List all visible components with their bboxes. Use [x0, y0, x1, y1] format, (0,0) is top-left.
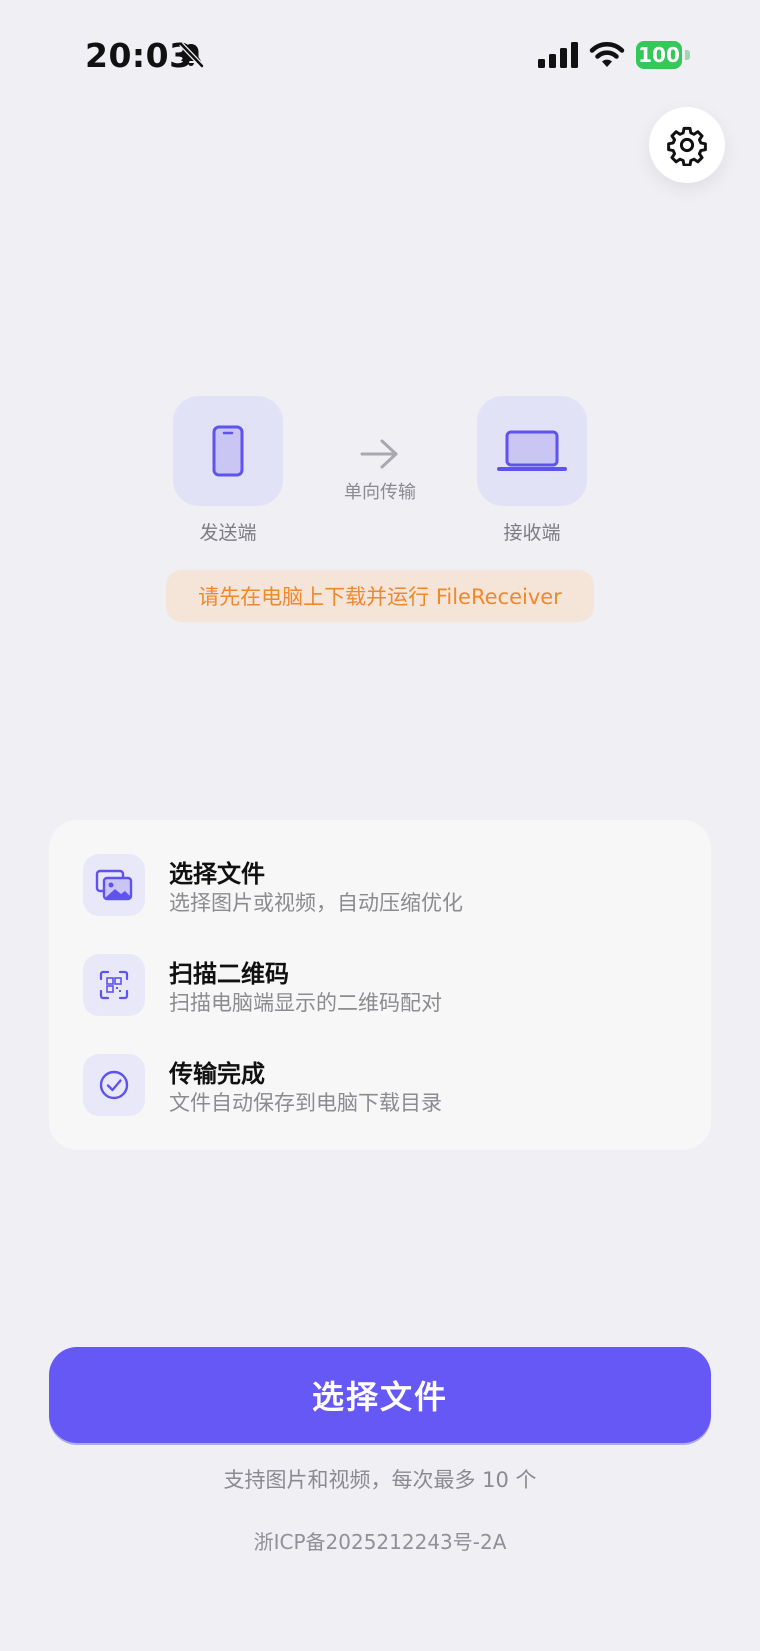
qr-scan-icon — [83, 954, 145, 1016]
sender-device — [173, 396, 283, 506]
smartphone-icon — [212, 425, 244, 477]
step-title: 选择文件 — [169, 860, 265, 888]
wifi-icon — [589, 42, 625, 67]
step-desc: 扫描电脑端显示的二维码配对 — [169, 991, 442, 1015]
settings-button[interactable] — [649, 107, 725, 183]
battery-level: 100 — [636, 41, 682, 69]
images-icon — [83, 854, 145, 916]
download-notice: 请先在电脑上下载并运行 FileReceiver — [166, 570, 594, 622]
receiver-label: 接收端 — [503, 522, 561, 544]
bell-slash-icon — [179, 42, 204, 68]
sender-label: 发送端 — [199, 522, 257, 544]
check-circle-icon — [83, 1054, 145, 1116]
cellular-signal-icon — [538, 42, 578, 68]
receiver-device — [477, 396, 587, 506]
step-title: 扫描二维码 — [169, 960, 289, 988]
laptop-icon — [497, 430, 567, 471]
step-title: 传输完成 — [169, 1060, 265, 1088]
transfer-mode-label: 单向传输 — [344, 482, 416, 503]
battery-icon: 100 — [636, 41, 690, 69]
upload-limit-hint: 支持图片和视频，每次最多 10 个 — [223, 1468, 537, 1492]
icp-license-link[interactable]: 浙ICP备2025212243号-2A — [0, 1526, 760, 1555]
steps-card: 选择文件 选择图片或视频，自动压缩优化 扫描二维码 扫描电脑端显示的二维码配对 … — [49, 820, 711, 1150]
arrow-right-icon — [360, 439, 398, 469]
select-files-button[interactable]: 选择文件 — [49, 1347, 711, 1443]
step-desc: 选择图片或视频，自动压缩优化 — [169, 891, 463, 915]
step-desc: 文件自动保存到电脑下载目录 — [169, 1091, 442, 1115]
gear-icon — [667, 126, 707, 166]
